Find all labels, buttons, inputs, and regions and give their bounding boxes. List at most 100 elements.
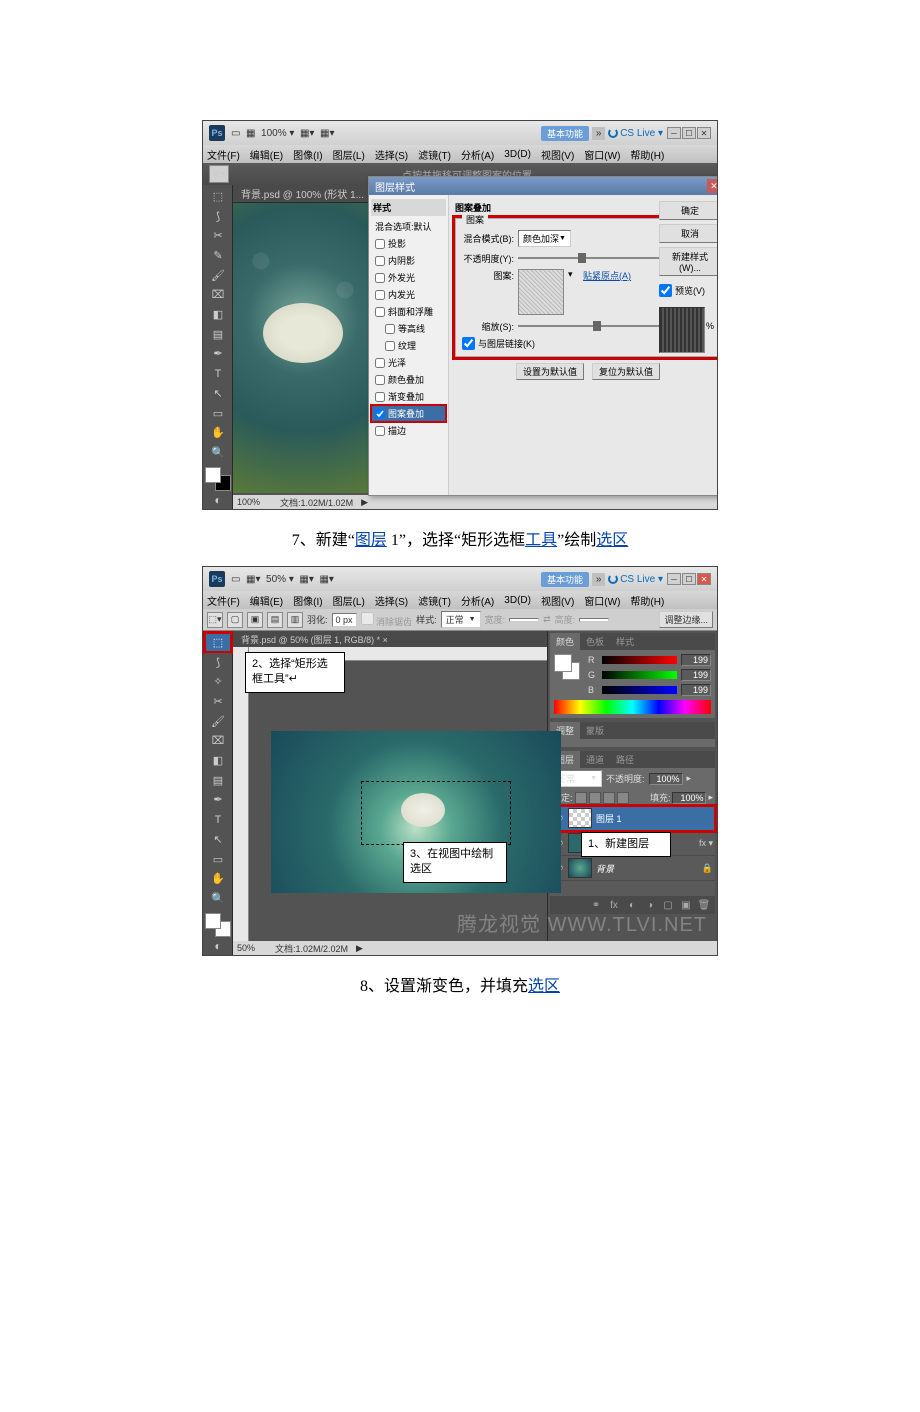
status-menu-icon[interactable]: ▶ <box>361 497 368 508</box>
menu-select[interactable]: 选择(S) <box>375 593 408 608</box>
preview-checkbox[interactable] <box>659 284 672 297</box>
selection-add-icon[interactable]: ▣ <box>247 612 263 628</box>
styles-header[interactable]: 样式 <box>371 199 446 216</box>
menu-file[interactable]: 文件(F) <box>207 147 240 162</box>
style-outer-glow[interactable]: 外发光 <box>371 269 446 286</box>
lasso-tool-icon[interactable]: ⟆ <box>205 207 231 226</box>
new-style-button[interactable]: 新建样式(W)... <box>659 247 718 276</box>
marquee-tool-icon[interactable]: ⬚ <box>205 187 231 206</box>
status-zoom[interactable]: 100% <box>237 497 260 507</box>
menu-view[interactable]: 视图(V) <box>541 593 574 608</box>
checkbox[interactable] <box>385 341 395 351</box>
brush-tool-icon[interactable]: 🖌 <box>205 712 231 731</box>
maximize-icon[interactable]: ☐ <box>682 127 696 139</box>
tab-swatches[interactable]: 色板 <box>580 633 610 650</box>
menu-analysis[interactable]: 分析(A) <box>461 147 494 162</box>
color-swatches-icon[interactable] <box>554 654 580 680</box>
feather-input[interactable]: 0 px <box>332 613 357 627</box>
style-gradient-overlay[interactable]: 渐变叠加 <box>371 388 446 405</box>
color-swatches[interactable] <box>205 913 231 937</box>
checkbox[interactable] <box>385 324 395 334</box>
style-texture[interactable]: 纹理 <box>371 337 446 354</box>
checkbox[interactable] <box>375 307 385 317</box>
eraser-tool-icon[interactable]: ◧ <box>205 751 231 770</box>
zoom-tool-icon[interactable]: 🔍 <box>205 889 231 908</box>
selection-subtract-icon[interactable]: ▤ <box>267 612 283 628</box>
layer-row-layer1[interactable]: 👁 图层 1 <box>550 806 715 831</box>
dialog-titlebar[interactable]: 图层样式 ✕ <box>369 177 718 195</box>
minimize-icon[interactable]: ─ <box>667 573 681 585</box>
checkbox[interactable] <box>375 273 385 283</box>
gradient-tool-icon[interactable]: ▤ <box>205 325 231 344</box>
snap-origin-button[interactable]: 贴紧原点(A) <box>583 269 631 282</box>
menu-edit[interactable]: 编辑(E) <box>250 593 283 608</box>
link-layer[interactable]: 图层 <box>355 532 387 549</box>
type-tool-icon[interactable]: T <box>205 364 231 383</box>
checkbox[interactable] <box>375 426 385 436</box>
menu-3d[interactable]: 3D(D) <box>504 595 531 606</box>
selection-intersect-icon[interactable]: ▥ <box>287 612 303 628</box>
menu-3d[interactable]: 3D(D) <box>504 149 531 160</box>
document-tab[interactable]: 背景.psd @ 50% (图层 1, RGB/8) * × <box>233 631 547 647</box>
menu-help[interactable]: 帮助(H) <box>630 147 664 162</box>
workspace-button[interactable]: 基本功能 <box>541 572 589 587</box>
make-default-button[interactable]: 设置为默认值 <box>516 363 584 380</box>
path-tool-icon[interactable]: ↖ <box>205 830 231 849</box>
gradient-tool-icon[interactable]: ▤ <box>205 771 231 790</box>
crop-tool-icon[interactable]: ✂ <box>205 226 231 245</box>
crop-tool-icon[interactable]: ✂ <box>205 692 231 711</box>
tab-color[interactable]: 颜色 <box>550 633 580 650</box>
zoom-dropdown[interactable]: 100% ▾ <box>261 128 294 139</box>
blend-mode-combo[interactable]: 颜色加深▼ <box>518 230 571 247</box>
layer-name[interactable]: 图层 1 <box>596 812 713 825</box>
menu-analysis[interactable]: 分析(A) <box>461 593 494 608</box>
menu-view[interactable]: 视图(V) <box>541 147 574 162</box>
status-zoom[interactable]: 50% <box>237 943 255 953</box>
hand-tool-icon[interactable]: ✋ <box>205 423 231 442</box>
checkbox[interactable] <box>375 409 385 419</box>
checkbox[interactable] <box>375 375 385 385</box>
style-pattern-overlay[interactable]: 图案叠加 <box>371 405 446 422</box>
stamp-tool-icon[interactable]: ⌧ <box>205 732 231 751</box>
menu-select[interactable]: 选择(S) <box>375 147 408 162</box>
style-combo[interactable]: 正常▼ <box>441 611 481 628</box>
cslive-menu[interactable]: CS Live ▾ <box>608 574 663 585</box>
maximize-icon[interactable]: ☐ <box>682 573 696 585</box>
lock-transparent-icon[interactable] <box>575 792 587 804</box>
style-inner-glow[interactable]: 内发光 <box>371 286 446 303</box>
checkbox[interactable] <box>375 358 385 368</box>
lock-position-icon[interactable] <box>603 792 615 804</box>
b-input[interactable]: 199 <box>681 684 711 696</box>
zoom-tool-icon[interactable]: 🔍 <box>205 443 231 462</box>
link-selection[interactable]: 选区 <box>596 532 628 549</box>
menu-image[interactable]: 图像(I) <box>293 147 322 162</box>
checkbox[interactable] <box>375 256 385 266</box>
canvas[interactable] <box>233 203 373 493</box>
menu-window[interactable]: 窗口(W) <box>584 147 620 162</box>
pen-tool-icon[interactable]: ✒ <box>205 345 231 364</box>
r-input[interactable]: 199 <box>681 654 711 666</box>
workspace-button[interactable]: 基本功能 <box>541 126 589 141</box>
reset-default-button[interactable]: 复位为默认值 <box>592 363 660 380</box>
status-menu-icon[interactable]: ▶ <box>356 943 363 954</box>
quickmask-icon[interactable]: ◐ <box>205 938 231 953</box>
layer-thumbnail[interactable] <box>568 858 592 878</box>
color-spectrum[interactable] <box>554 700 711 714</box>
link-tool[interactable]: 工具 <box>525 532 557 549</box>
path-tool-icon[interactable]: ↖ <box>205 384 231 403</box>
style-contour[interactable]: 等高线 <box>371 320 446 337</box>
lasso-tool-icon[interactable]: ⟆ <box>205 653 231 672</box>
color-swatches[interactable] <box>205 467 231 491</box>
opacity-slider[interactable] <box>518 253 668 263</box>
close-icon[interactable]: ✕ <box>697 127 711 139</box>
brush-tool-icon[interactable]: 🖌 <box>205 266 231 285</box>
menu-layer[interactable]: 图层(L) <box>333 593 365 608</box>
stamp-tool-icon[interactable]: ⌧ <box>205 286 231 305</box>
layer-thumbnail[interactable] <box>568 808 592 828</box>
pattern-dropdown-icon[interactable]: ▾ <box>568 269 573 280</box>
layer-name[interactable]: 背景 <box>596 862 698 875</box>
fill-input[interactable]: 100% <box>672 792 706 804</box>
g-slider[interactable] <box>602 671 677 679</box>
type-tool-icon[interactable]: T <box>205 810 231 829</box>
selection-new-icon[interactable]: ▢ <box>227 612 243 628</box>
